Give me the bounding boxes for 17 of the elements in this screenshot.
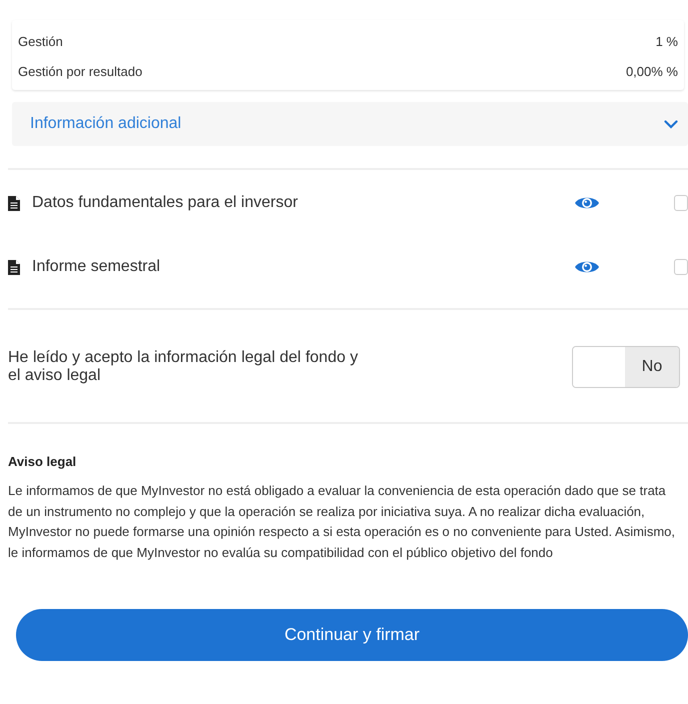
checkbox[interactable] — [674, 195, 688, 211]
document-icon — [8, 196, 20, 210]
fee-label: Gestión por resultado — [18, 64, 142, 78]
document-name: Informe semestral — [32, 258, 162, 276]
fee-label: Gestión — [18, 34, 63, 48]
legal-acceptance-text: He leído y acepto la información legal del fondo y el aviso legal — [8, 349, 358, 385]
legal-notice-text: Le informamos de que MyInvestor no está obligado a evaluar la conveniencia de esta operación dado que se trata de un instrumento no complejo y que la operación se realiza por iniciativa suya. A no realizar dicha evaluación, MyInvestor no puede formarse una opinión respecto a si esta operación es o no conveniente para Usted. Asimismo, le informamos de que MyInvestor no evalúa su compatibilidad con el público objetivo del fondo — [8, 482, 676, 562]
chevron-icon — [664, 120, 678, 128]
document-name: Datos fundamentales para el inversor — [32, 194, 299, 212]
document-icon — [8, 260, 20, 274]
additional-info-accordion[interactable]: Información adicional — [12, 102, 688, 146]
checkbox[interactable] — [674, 259, 688, 275]
fee-value: 1 % — [656, 34, 678, 48]
fee-value: 0,00% % — [626, 64, 678, 78]
legal-notice-title: Aviso legal — [8, 454, 78, 469]
continue-and-sign-button[interactable]: Continuar y firmar — [16, 609, 688, 661]
toggle-switch[interactable]: No — [572, 346, 680, 388]
